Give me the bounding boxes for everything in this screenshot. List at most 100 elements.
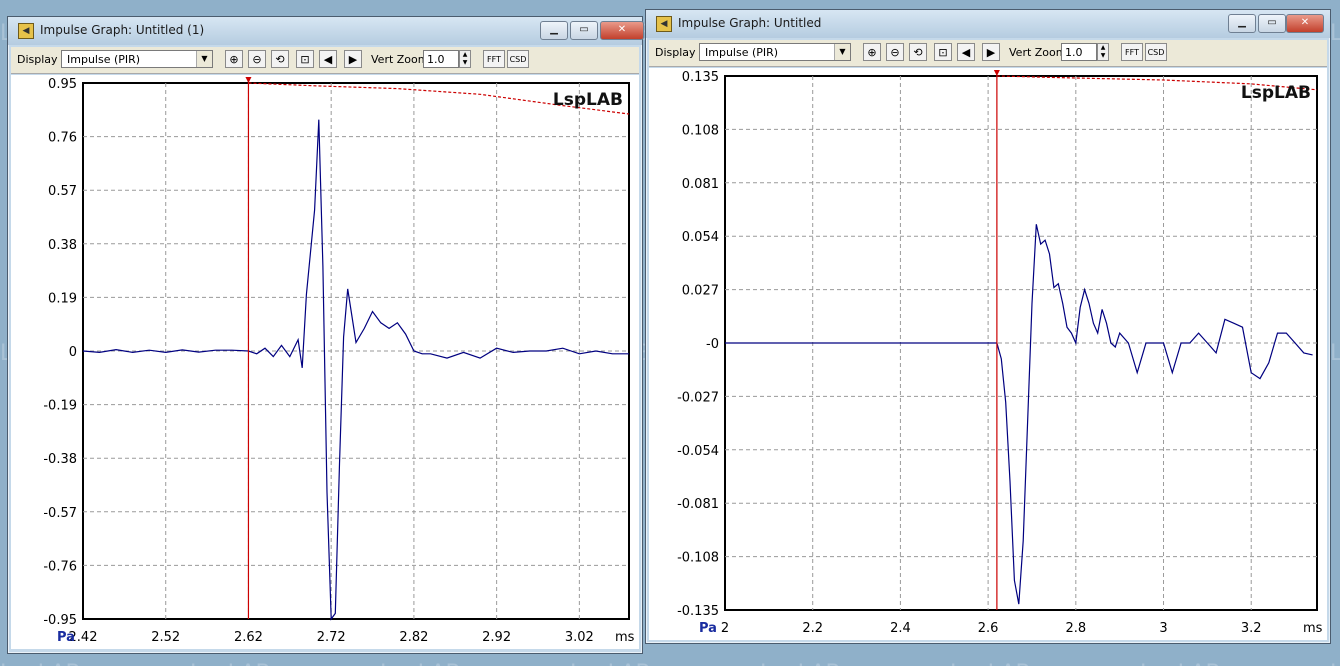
- y-tick-label: -0.19: [43, 399, 77, 414]
- x-tick-label: 2: [721, 621, 729, 636]
- watermark-text: LspLAB: [760, 661, 841, 666]
- display-select-value: Impulse (PIR): [67, 53, 141, 66]
- close-button[interactable]: ✕: [1286, 14, 1324, 33]
- close-button[interactable]: ✕: [600, 21, 644, 40]
- impulse-graph-window-1[interactable]: ◀ Impulse Graph: Untitled (1) ▁ ▭ ✕ Disp…: [7, 16, 644, 654]
- csd-button[interactable]: CSD: [507, 50, 529, 68]
- watermark-text: LspLAB: [190, 661, 271, 666]
- impulse-graph-window-2[interactable]: ◀ Impulse Graph: Untitled ▁ ▭ ✕ Display …: [645, 9, 1331, 644]
- x-tick-label: 3.02: [565, 630, 594, 645]
- display-select-value: Impulse (PIR): [705, 46, 779, 59]
- speaker-icon: ◀: [656, 16, 672, 32]
- y-tick-label: 0.38: [48, 238, 77, 253]
- x-tick-label: 2.8: [1065, 621, 1086, 636]
- chevron-down-icon[interactable]: ▼: [834, 44, 850, 60]
- display-label: Display: [655, 46, 696, 59]
- y-tick-label: -0.054: [677, 444, 719, 459]
- x-tick-label: 2.6: [978, 621, 999, 636]
- window-title: Impulse Graph: Untitled: [678, 16, 822, 30]
- x-tick-label: 3: [1159, 621, 1167, 636]
- y-tick-label: 0.108: [682, 123, 719, 138]
- y-tick-label: 0.76: [48, 131, 77, 146]
- y-tick-label: 0.57: [48, 184, 77, 199]
- zoom-fit-icon[interactable]: ⊡: [296, 50, 314, 68]
- y-tick-label: 0.027: [682, 284, 719, 299]
- scroll-left-icon[interactable]: ◀: [319, 50, 337, 68]
- x-tick-label: 2.2: [802, 621, 823, 636]
- y-tick-label: 0.081: [682, 177, 719, 192]
- y-tick-label: -0.108: [677, 551, 719, 566]
- display-label: Display: [17, 53, 58, 66]
- minimize-button[interactable]: ▁: [1228, 14, 1256, 33]
- vert-zoom-input[interactable]: 1.0: [423, 50, 459, 68]
- x-unit-label: ms: [615, 630, 635, 645]
- scroll-right-icon[interactable]: ▶: [344, 50, 362, 68]
- watermark-text: LspLAB: [1140, 661, 1221, 666]
- x-tick-label: 2.72: [317, 630, 346, 645]
- watermark-text: LspLAB: [950, 661, 1031, 666]
- zoom-in-icon[interactable]: ⊕: [225, 50, 243, 68]
- y-tick-label: -0.95: [43, 613, 77, 628]
- x-unit-label: ms: [1303, 621, 1323, 636]
- maximize-button[interactable]: ▭: [1258, 14, 1286, 33]
- zoom-reset-icon[interactable]: ⟲: [271, 50, 289, 68]
- watermark-text: LspLAB: [1330, 661, 1340, 666]
- x-tick-label: 2.4: [890, 621, 911, 636]
- y-tick-label: 0.135: [682, 70, 719, 85]
- watermark-text: LspLAB: [1330, 341, 1340, 366]
- chevron-down-icon[interactable]: ▼: [196, 51, 212, 67]
- y-tick-label: 0: [69, 345, 77, 360]
- maximize-button[interactable]: ▭: [570, 21, 598, 40]
- y-tick-label: -0.027: [677, 390, 719, 405]
- y-tick-label: -0.135: [677, 604, 719, 619]
- impulse-plot-area[interactable]: 0.135 0.108 0.081 0.054 0.027 -0 -0.027 -0.054 -…: [649, 68, 1327, 640]
- window-title: Impulse Graph: Untitled (1): [40, 23, 205, 37]
- display-select[interactable]: Impulse (PIR) ▼: [61, 50, 213, 68]
- csd-button[interactable]: CSD: [1145, 43, 1167, 61]
- watermark-text: LspLAB: [380, 661, 461, 666]
- zoom-reset-icon[interactable]: ⟲: [909, 43, 927, 61]
- speaker-icon: ◀: [18, 23, 34, 39]
- impulse-chart[interactable]: 0.95 0.76 0.57 0.38 0.19 0 -0.19 -0.38 -0.57 -0.7…: [11, 75, 639, 649]
- zoom-fit-icon[interactable]: ⊡: [934, 43, 952, 61]
- y-tick-label: -0.57: [43, 506, 77, 521]
- zoom-out-icon[interactable]: ⊖: [886, 43, 904, 61]
- impulse-chart[interactable]: 0.135 0.108 0.081 0.054 0.027 -0 -0.027 -0.054 -…: [649, 68, 1327, 640]
- vert-zoom-spinner[interactable]: ▲ ▼: [459, 50, 471, 68]
- vert-zoom-label: Vert Zoom: [371, 53, 429, 66]
- watermark-text: LspLAB: [570, 661, 651, 666]
- x-tick-label: 2.82: [399, 630, 428, 645]
- window-titlebar[interactable]: ◀ Impulse Graph: Untitled (1) ▁ ▭ ✕: [8, 17, 644, 45]
- y-tick-label: 0.054: [682, 230, 719, 245]
- lsplab-brand-label: LspLAB: [553, 90, 623, 110]
- fft-button[interactable]: FFT: [1121, 43, 1143, 61]
- y-tick-label: -0.76: [43, 559, 77, 574]
- scroll-left-icon[interactable]: ◀: [957, 43, 975, 61]
- scroll-right-icon[interactable]: ▶: [982, 43, 1000, 61]
- vert-zoom-spinner[interactable]: ▲ ▼: [1097, 43, 1109, 61]
- fft-button[interactable]: FFT: [483, 50, 505, 68]
- x-tick-label: 3.2: [1241, 621, 1262, 636]
- zoom-out-icon[interactable]: ⊖: [248, 50, 266, 68]
- y-tick-label: 0.95: [48, 77, 77, 92]
- graph-toolbar: Display Impulse (PIR) ▼ ⊕ ⊖ ⟲ ⊡ ◀ ▶ Vert…: [649, 40, 1327, 67]
- graph-toolbar: Display Impulse (PIR) ▼ ⊕ ⊖ ⟲ ⊡ ◀ ▶ Vert…: [11, 47, 639, 74]
- watermark-text: LspLAB: [1330, 21, 1340, 46]
- x-tick-label: 2.52: [151, 630, 180, 645]
- vert-zoom-input[interactable]: 1.0: [1061, 43, 1097, 61]
- y-tick-label: 0.19: [48, 291, 77, 306]
- zoom-in-icon[interactable]: ⊕: [863, 43, 881, 61]
- y-tick-label: -0.081: [677, 497, 719, 512]
- impulse-plot-area[interactable]: 0.95 0.76 0.57 0.38 0.19 0 -0.19 -0.38 -0.57 -0.7…: [11, 75, 639, 649]
- vert-zoom-label: Vert Zoom: [1009, 46, 1067, 59]
- watermark-text: LspLAB: [0, 661, 81, 666]
- y-unit-label: Pa: [57, 630, 75, 645]
- y-tick-label: -0: [706, 337, 719, 352]
- display-select[interactable]: Impulse (PIR) ▼: [699, 43, 851, 61]
- x-tick-label: 2.92: [482, 630, 511, 645]
- y-unit-label: Pa: [699, 621, 717, 636]
- minimize-button[interactable]: ▁: [540, 21, 568, 40]
- window-titlebar[interactable]: ◀ Impulse Graph: Untitled ▁ ▭ ✕: [646, 10, 1330, 38]
- y-tick-label: -0.38: [43, 452, 77, 467]
- lsplab-brand-label: LspLAB: [1241, 83, 1311, 103]
